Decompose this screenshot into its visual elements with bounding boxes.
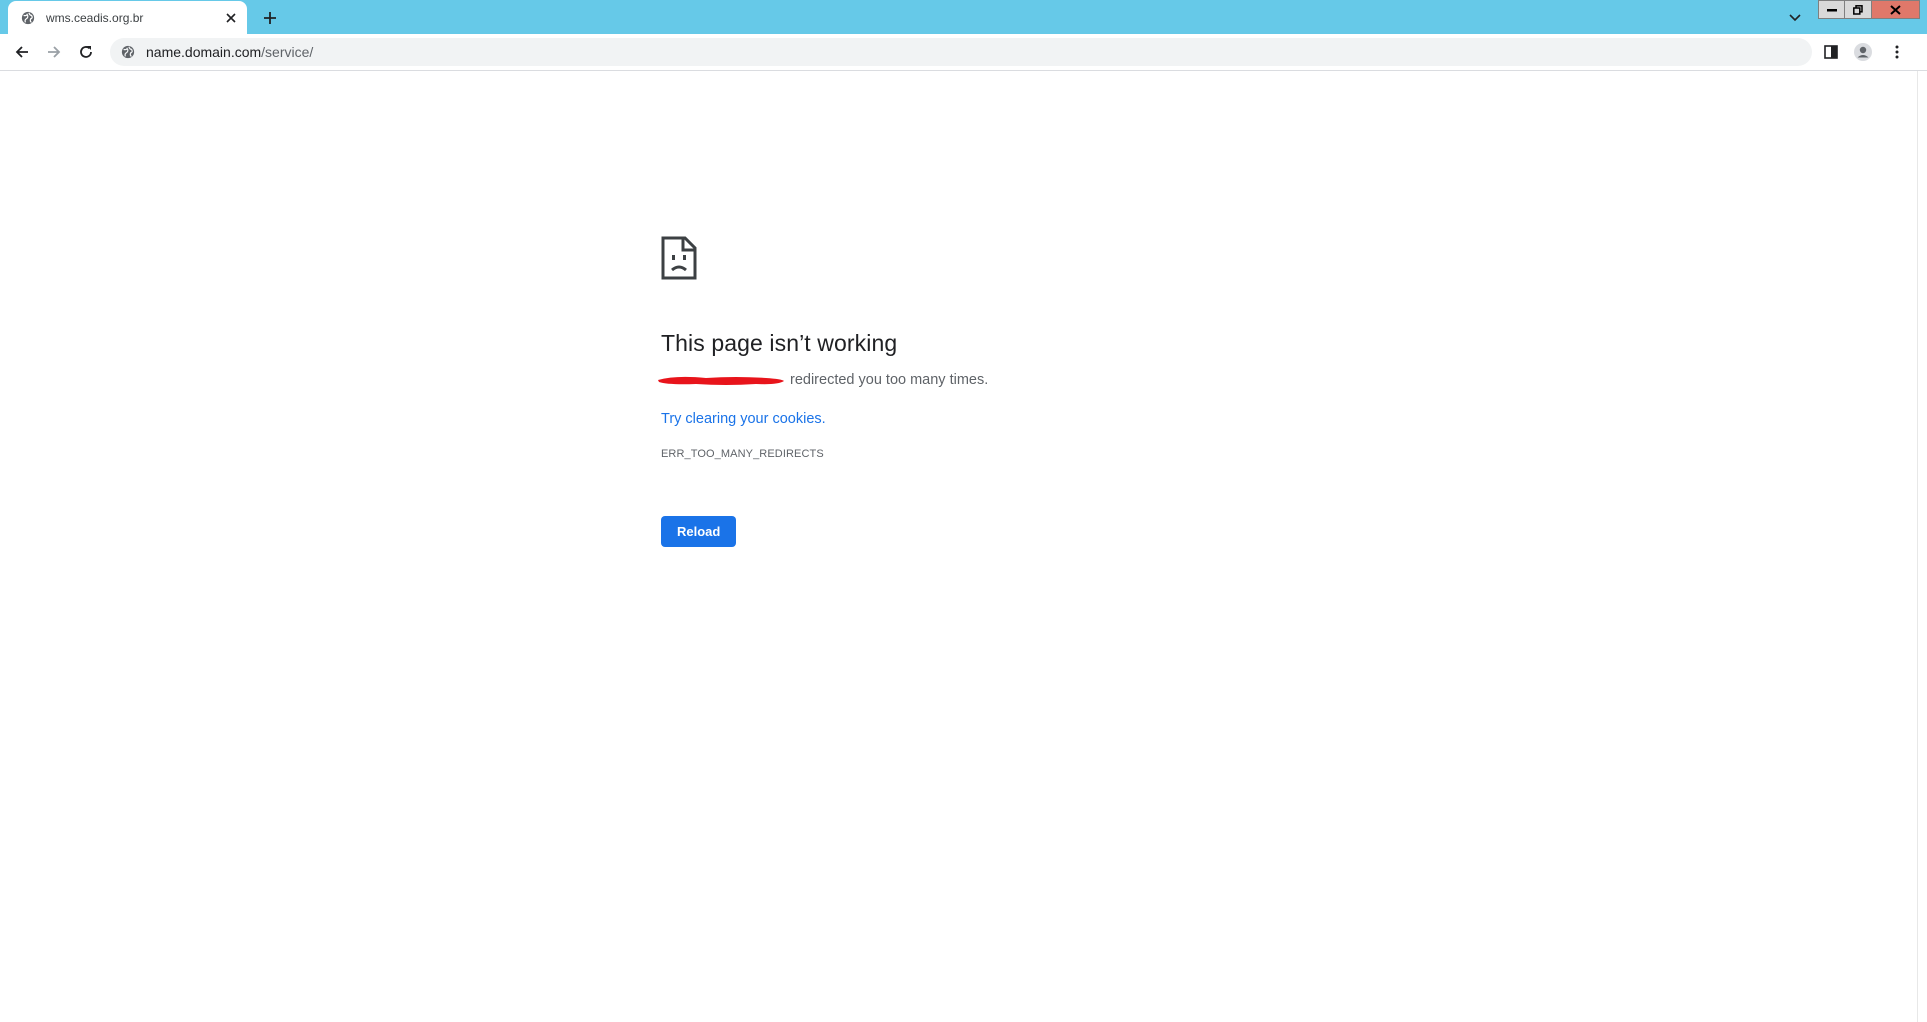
window-close-button[interactable] xyxy=(1872,0,1920,19)
error-code: ERR_TOO_MANY_REDIRECTS xyxy=(661,448,824,460)
minimize-icon xyxy=(1826,8,1837,11)
globe-icon[interactable] xyxy=(120,44,136,60)
restore-icon xyxy=(1853,4,1863,15)
error-heading: This page isn’t working xyxy=(661,330,898,356)
side-panel-icon[interactable] xyxy=(1819,40,1843,64)
minimize-button[interactable] xyxy=(1818,0,1845,19)
maximize-button[interactable] xyxy=(1845,0,1872,19)
close-icon xyxy=(1890,4,1901,15)
forward-arrow-icon[interactable] xyxy=(42,40,66,64)
tab-strip: wms.ceadis.org.br xyxy=(0,0,1927,34)
browser-toolbar: name.domain.com/service/ xyxy=(0,34,1927,71)
address-path: /service/ xyxy=(261,44,314,60)
scrollbar[interactable] xyxy=(1917,71,1927,1022)
error-content: This page isn’t working redirected you t… xyxy=(658,236,1361,547)
profile-icon[interactable] xyxy=(1851,40,1875,64)
kebab-menu-icon[interactable] xyxy=(1885,40,1909,64)
browser-window: wms.ceadis.org.br name.domain.com/servic… xyxy=(0,0,1927,1022)
reload-button[interactable]: Reload xyxy=(661,516,737,547)
sad-document-icon xyxy=(661,236,1361,285)
error-suggestion: Try clearing your cookies. xyxy=(661,409,1361,429)
plus-icon[interactable] xyxy=(258,6,282,30)
redaction-mark xyxy=(658,377,784,386)
error-summary-text: redirected you too many times. xyxy=(790,372,989,388)
address-bar[interactable]: name.domain.com/service/ xyxy=(110,38,1812,66)
browser-tab[interactable]: wms.ceadis.org.br xyxy=(8,1,247,34)
chevron-down-icon[interactable] xyxy=(1783,6,1807,30)
reload-icon[interactable] xyxy=(74,40,98,64)
close-icon[interactable] xyxy=(221,8,241,28)
globe-icon xyxy=(20,10,36,26)
address-url: name.domain.com/service/ xyxy=(146,44,313,60)
address-host: name.domain.com xyxy=(146,44,262,60)
clear-cookies-link[interactable]: Try clearing your cookies xyxy=(661,411,822,427)
error-summary: redirected you too many times. xyxy=(658,370,1361,390)
suggestion-suffix: . xyxy=(821,411,826,427)
back-arrow-icon[interactable] xyxy=(10,40,34,64)
tab-title: wms.ceadis.org.br xyxy=(46,10,144,25)
